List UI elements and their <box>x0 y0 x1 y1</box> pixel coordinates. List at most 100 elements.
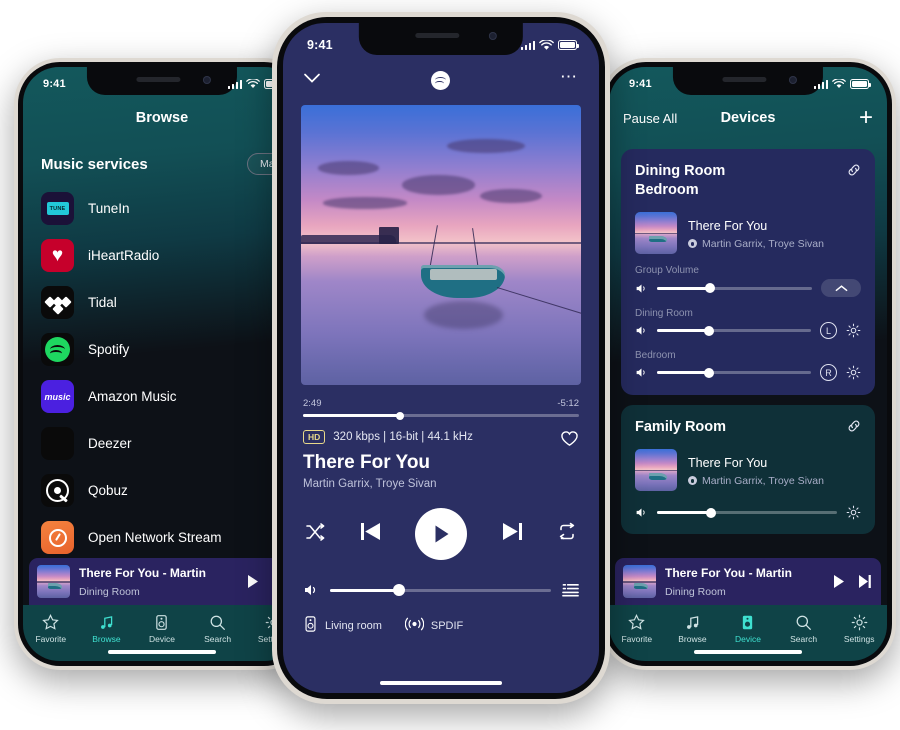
playback-times: 2:49 -5:12 <box>283 385 599 409</box>
output-room-label: Living room <box>325 619 382 632</box>
tab-search[interactable]: Search <box>191 613 245 644</box>
tab-search[interactable]: Search <box>777 613 831 644</box>
service-row-deezer[interactable]: Deezer <box>23 420 301 467</box>
transport-controls <box>283 490 599 560</box>
browse-scroll-area[interactable]: Music services Manage TUNE TuneIn ♥ iHea… <box>23 139 301 605</box>
devices-scroll-area[interactable]: Dining Room Bedroom There For You Martin… <box>609 139 887 605</box>
gear-icon[interactable] <box>846 365 861 380</box>
service-label: Tidal <box>88 295 117 310</box>
left-channel-badge[interactable]: L <box>820 322 837 340</box>
star-icon <box>42 613 60 631</box>
shuffle-icon[interactable] <box>305 522 325 547</box>
heart-outline-icon[interactable] <box>560 430 579 452</box>
center-phone-screen: 9:41 ⋯ 2:49 -5:12 HD 320 kbps | 16-bit |… <box>283 23 599 693</box>
cellular-bars-icon <box>813 79 828 89</box>
group-now-playing: There For You Martin Garrix, Troye Sivan <box>635 212 861 255</box>
queue-list-icon[interactable] <box>562 583 579 598</box>
pause-all-button[interactable]: Pause All <box>623 111 677 126</box>
mini-player-title: There For You - Martin <box>665 565 792 580</box>
home-indicator[interactable] <box>694 649 802 654</box>
service-row-spotify[interactable]: Spotify <box>23 326 301 373</box>
home-indicator[interactable] <box>380 680 502 685</box>
search-icon <box>795 613 812 631</box>
tab-label: Browse <box>92 634 121 644</box>
volume-slider[interactable] <box>330 584 551 596</box>
group-room-2: Bedroom <box>635 182 699 199</box>
star-icon <box>628 613 646 631</box>
volume-slider[interactable] <box>657 283 812 294</box>
home-indicator[interactable] <box>108 649 216 654</box>
three-phone-mockup: 9:41 Browse Music services TUNE TuneIn ♥… <box>0 0 900 730</box>
tab-label: Favorite <box>621 634 653 644</box>
service-row-tidal[interactable]: Tidal <box>23 279 301 326</box>
now-playing-title: There For You <box>688 455 768 470</box>
output-room[interactable]: Living room <box>303 616 382 635</box>
family-room-card[interactable]: Family Room There For You Martin Garrix,… <box>621 405 875 535</box>
now-playing-artist: Martin Garrix, Troye Sivan <box>702 237 824 250</box>
group-volume-row[interactable] <box>635 279 861 298</box>
tab-browse[interactable]: Browse <box>665 613 719 644</box>
service-row-iheartradio[interactable]: ♥ iHeartRadio <box>23 232 301 279</box>
volume-slider[interactable] <box>657 507 837 518</box>
play-icon[interactable] <box>244 573 261 590</box>
tab-browse[interactable]: Browse <box>79 613 133 644</box>
page-title: Devices <box>720 110 776 126</box>
quality-text: 320 kbps | 16-bit | 44.1 kHz <box>333 431 473 443</box>
previous-track-icon[interactable] <box>358 519 383 549</box>
tab-device[interactable]: Device <box>135 613 189 644</box>
page-title: Browse <box>135 110 189 126</box>
devices-nav-bar: Pause All Devices + <box>609 97 887 139</box>
more-options-icon[interactable]: ⋯ <box>560 68 579 85</box>
group-room-1: Dining Room <box>635 163 726 179</box>
mini-player-progress <box>29 604 178 605</box>
tab-settings[interactable]: Settings <box>832 613 886 644</box>
service-row-qobuz[interactable]: Qobuz <box>23 467 301 514</box>
chevron-down-icon[interactable] <box>303 71 321 89</box>
dining-room-volume-row[interactable]: L <box>635 322 861 340</box>
play-icon[interactable] <box>830 573 847 590</box>
right-channel-badge[interactable]: R <box>820 364 837 382</box>
track-title: There For You <box>303 452 431 473</box>
right-phone-screen: 9:41 Pause All Devices + Dining Room Bed… <box>609 67 887 661</box>
service-row-amazon-music[interactable]: music Amazon Music <box>23 373 301 420</box>
service-label: Amazon Music <box>88 389 177 404</box>
status-bar: 9:41 <box>23 67 301 97</box>
amazon-music-icon: music <box>41 380 74 413</box>
tab-favorite[interactable]: Favorite <box>610 613 664 644</box>
next-track-icon[interactable] <box>500 519 525 549</box>
service-row-tunein[interactable]: TUNE TuneIn <box>23 185 301 232</box>
speaker-icon <box>153 613 170 631</box>
volume-slider[interactable] <box>657 367 811 378</box>
section-title: Music services <box>41 155 148 173</box>
link-icon[interactable] <box>846 162 862 183</box>
player-volume-row[interactable] <box>283 560 599 598</box>
service-row-open-network-stream[interactable]: Open Network Stream <box>23 514 301 561</box>
family-room-volume-row[interactable] <box>635 505 861 520</box>
collapse-chevron-icon[interactable] <box>821 279 861 298</box>
next-track-icon[interactable] <box>856 573 873 590</box>
mini-player[interactable]: There For You - Martin Dining Room <box>615 558 881 605</box>
device-group-card[interactable]: Dining Room Bedroom There For You Martin… <box>621 149 875 396</box>
link-icon[interactable] <box>846 418 862 439</box>
add-device-button[interactable]: + <box>859 106 873 130</box>
search-icon <box>209 613 226 631</box>
volume-slider[interactable] <box>657 325 811 336</box>
cellular-bars-icon <box>227 79 242 89</box>
cellular-bars-icon <box>520 40 535 50</box>
volume-icon <box>635 506 648 519</box>
right-phone: 9:41 Pause All Devices + Dining Room Bed… <box>600 58 896 670</box>
gear-icon[interactable] <box>846 323 861 338</box>
gear-icon[interactable] <box>846 505 861 520</box>
play-button[interactable] <box>415 508 467 560</box>
output-format[interactable]: SPDIF <box>404 617 463 634</box>
mini-player-artwork <box>37 565 70 598</box>
service-label: iHeartRadio <box>88 248 160 263</box>
tab-device[interactable]: Device <box>721 613 775 644</box>
mini-player-artwork <box>623 565 656 598</box>
repeat-icon[interactable] <box>557 522 577 547</box>
wifi-icon <box>832 79 846 88</box>
mini-player[interactable]: There For You - Martin Dining Room <box>29 558 295 605</box>
bedroom-volume-row[interactable]: R <box>635 364 861 382</box>
tab-favorite[interactable]: Favorite <box>24 613 78 644</box>
qobuz-icon <box>41 474 74 507</box>
